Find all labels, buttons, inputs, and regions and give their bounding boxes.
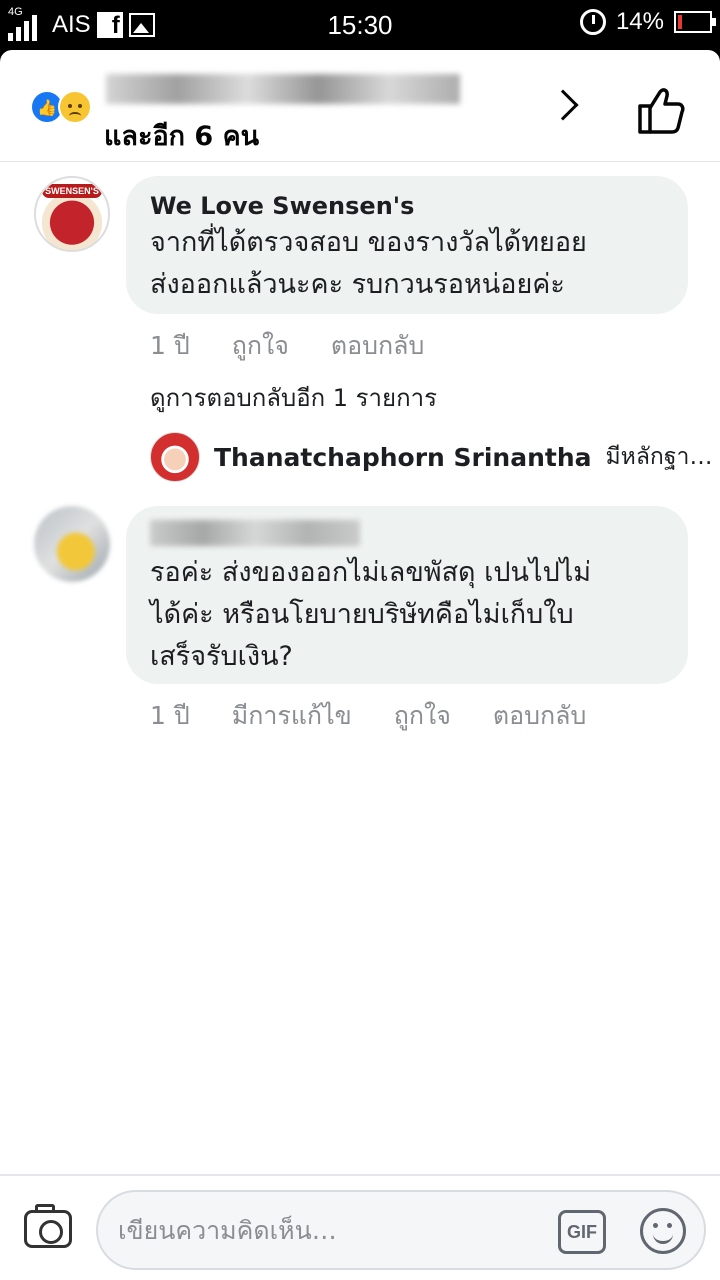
emoji-icon[interactable]: [640, 1208, 686, 1254]
camera-icon[interactable]: [24, 1204, 72, 1248]
reply-preview[interactable]: Thanatchaphorn Srinantha มีหลักฐา…: [150, 432, 712, 482]
avatar-logo-text: SWENSEN'S: [42, 184, 102, 198]
status-bar: 4G AIS f 15:30 14%: [0, 0, 720, 50]
alarm-icon: [579, 9, 606, 35]
comment-text-line: รอค่ะ ส่งของออกไม่เลขพัสดุ เปนไปไม่: [150, 557, 592, 588]
battery-percent: 14%: [615, 8, 664, 35]
avatar[interactable]: SWENSEN'S: [34, 176, 110, 252]
blurred-reactor-names: [106, 74, 460, 104]
chevron-right-icon[interactable]: [547, 89, 579, 121]
battery-icon: [674, 11, 716, 33]
like-link[interactable]: ถูกใจ: [394, 696, 451, 736]
reactions-header[interactable]: 👍 และอีก 6 คน: [0, 50, 720, 162]
comment-text-line: ส่งออกแล้วนะคะ รบกวนรอหน่อยค่ะ: [150, 269, 565, 300]
view-more-replies-link[interactable]: ดูการตอบกลับอีก 1 รายการ: [150, 378, 437, 417]
sad-reaction-icon: [58, 90, 92, 124]
comment-text-line: ได้ค่ะ หรือนโยบายบริษัทคือไม่เก็บใบ: [150, 599, 574, 630]
comment-bubble[interactable]: We Love Swensen's จากที่ได้ตรวจสอบ ของรา…: [126, 176, 688, 314]
comment-text-line: จากที่ได้ตรวจสอบ ของรางวัลได้ทยอย: [150, 227, 587, 258]
edited-label[interactable]: มีการแก้ไข: [232, 696, 352, 736]
reply-snippet: มีหลักฐา…: [605, 444, 713, 470]
blurred-comment-author[interactable]: [150, 520, 360, 546]
comment-meta: 1 ปี ถูกใจ ตอบกลับ: [150, 326, 424, 366]
comments-sheet: 👍 และอีก 6 คน SWENSEN'S We Love Swensen'…: [0, 50, 720, 1280]
comment-author[interactable]: We Love Swensen's: [150, 190, 664, 222]
reply-avatar[interactable]: [150, 432, 200, 482]
avatar[interactable]: [34, 506, 110, 582]
reply-author[interactable]: Thanatchaphorn Srinantha: [214, 443, 592, 472]
gif-button[interactable]: GIF: [558, 1210, 606, 1254]
comment-composer: GIF: [0, 1174, 720, 1280]
comment-time: 1 ปี: [150, 701, 190, 730]
reply-link[interactable]: ตอบกลับ: [331, 326, 424, 366]
like-link[interactable]: ถูกใจ: [232, 326, 289, 366]
comment-input[interactable]: [118, 1208, 538, 1252]
thumbs-up-icon[interactable]: [636, 86, 686, 134]
comment-input-wrapper[interactable]: GIF: [96, 1190, 706, 1270]
reply-link[interactable]: ตอบกลับ: [493, 696, 586, 736]
comment-time: 1 ปี: [150, 331, 190, 360]
comment-meta: 1 ปี มีการแก้ไข ถูกใจ ตอบกลับ: [150, 696, 586, 736]
comment-text-line: เสร็จรับเงิน?: [150, 641, 293, 672]
reactors-others-count: และอีก 6 คน: [104, 121, 260, 152]
battery-fill: [678, 15, 682, 29]
status-right: 14%: [579, 8, 716, 36]
comment-bubble[interactable]: รอค่ะ ส่งของออกไม่เลขพัสดุ เปนไปไม่ ได้ค…: [126, 506, 688, 684]
